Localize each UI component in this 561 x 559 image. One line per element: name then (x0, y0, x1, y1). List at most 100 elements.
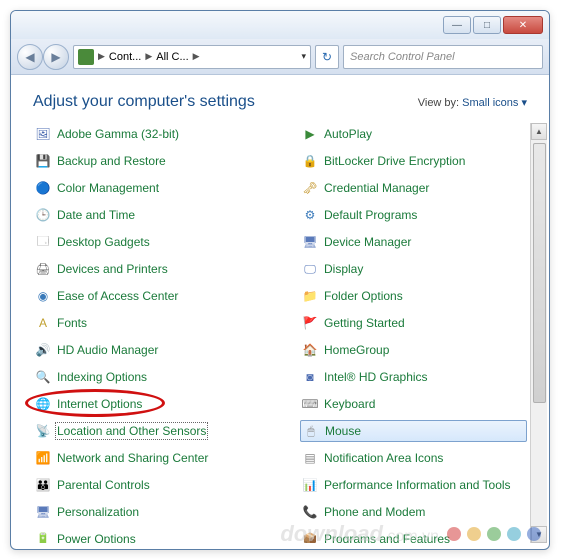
watermark-dot (507, 527, 521, 541)
cp-item-indexing-options[interactable]: 🔍 Indexing Options (33, 366, 260, 388)
cp-item-getting-started[interactable]: 🚩 Getting Started (300, 312, 527, 334)
cp-item-label[interactable]: Desktop Gadgets (57, 235, 150, 249)
cp-item-label[interactable]: Devices and Printers (57, 262, 168, 276)
adobe-gamma-32-bit-icon: 🖼 (35, 126, 51, 142)
scroll-thumb[interactable] (533, 143, 546, 403)
cp-item-devices-and-printers[interactable]: 🖨 Devices and Printers (33, 258, 260, 280)
cp-item-internet-options[interactable]: 🌐Internet Options (33, 393, 260, 415)
cp-item-homegroup[interactable]: 🏠HomeGroup (300, 339, 527, 361)
ease-of-access-center-icon: ◉ (35, 288, 51, 304)
cp-item-device-manager[interactable]: 🖥Device Manager (300, 231, 527, 253)
cp-item-bitlocker-drive-encryption[interactable]: 🔒BitLocker Drive Encryption (300, 150, 527, 172)
watermark-dot (447, 527, 461, 541)
mouse-icon: 🖱 (303, 423, 319, 439)
hd-audio-manager-icon: 🔊 (35, 342, 51, 358)
personalization-icon: 🖥 (35, 504, 51, 520)
scroll-up-button[interactable]: ▲ (531, 123, 547, 140)
minimize-button[interactable]: — (443, 16, 471, 34)
breadcrumb-item[interactable]: All C... (156, 51, 188, 63)
cp-item-date-and-time[interactable]: 🕒Date and Time (33, 204, 260, 226)
scrollbar[interactable]: ▲ ▼ (530, 123, 547, 543)
cp-item-hd-audio-manager[interactable]: 🔊 HD Audio Manager (33, 339, 260, 361)
fonts-icon: A (35, 315, 51, 331)
breadcrumb-dropdown[interactable]: ▾ (301, 51, 306, 62)
close-button[interactable]: ✕ (503, 16, 543, 34)
cp-item-personalization[interactable]: 🖥 Personalization (33, 501, 260, 523)
devices-and-printers-icon: 🖨 (35, 261, 51, 277)
cp-item-label[interactable]: Device Manager (324, 235, 411, 249)
content-area: 🖼 Adobe Gamma (32-bit) 💾 Backup and Restore… (11, 123, 549, 543)
chevron-right-icon: ▶ (143, 51, 154, 62)
cp-item-label[interactable]: Credential Manager (324, 181, 429, 195)
network-and-sharing-center-icon: 📶 (35, 450, 51, 466)
search-input[interactable]: Search Control Panel (343, 45, 543, 69)
cp-item-backup-and-restore[interactable]: 💾 Backup and Restore (33, 150, 260, 172)
cp-item-label[interactable]: Display (324, 262, 363, 276)
cp-item-label[interactable]: HomeGroup (324, 343, 389, 357)
cp-item-label[interactable]: Location and Other Sensors (57, 424, 206, 438)
cp-item-label[interactable]: Indexing Options (57, 370, 147, 384)
cp-item-notification-area-icons[interactable]: ▤Notification Area Icons (300, 447, 527, 469)
cp-item-desktop-gadgets[interactable]: 🗔Desktop Gadgets (33, 231, 260, 253)
cp-item-label[interactable]: Color Management (57, 181, 159, 195)
color-management-icon: 🔵 (35, 180, 51, 196)
cp-item-network-and-sharing-center[interactable]: 📶 Network and Sharing Center (33, 447, 260, 469)
cp-item-display[interactable]: 🖵Display (300, 258, 527, 280)
refresh-button[interactable]: ↻ (315, 45, 339, 69)
keyboard-icon: ⌨ (302, 396, 318, 412)
backup-and-restore-icon: 💾 (35, 153, 51, 169)
cp-item-label[interactable]: Mouse (325, 424, 361, 438)
breadcrumb[interactable]: ▶ Cont... ▶ All C... ▶ ▾ (73, 45, 311, 69)
cp-item-location-and-other-sensors[interactable]: 📡 Location and Other Sensors (33, 420, 260, 442)
cp-item-label[interactable]: Phone and Modem (324, 505, 425, 519)
cp-item-performance-information-and-tools[interactable]: 📊 Performance Information and Tools (300, 474, 527, 496)
cp-item-label[interactable]: HD Audio Manager (57, 343, 158, 357)
cp-item-mouse[interactable]: 🖱 Mouse (300, 420, 527, 442)
cp-item-intel-hd-graphics[interactable]: ◙Intel® HD Graphics (300, 366, 527, 388)
maximize-button[interactable]: □ (473, 16, 501, 34)
cp-item-phone-and-modem[interactable]: 📞 Phone and Modem (300, 501, 527, 523)
cp-item-parental-controls[interactable]: 👪Parental Controls (33, 474, 260, 496)
cp-item-label[interactable]: Fonts (57, 316, 87, 330)
indexing-options-icon: 🔍 (35, 369, 51, 385)
cp-item-label[interactable]: Getting Started (324, 316, 405, 330)
location-and-other-sensors-icon: 📡 (35, 423, 51, 439)
watermark-text: download (280, 521, 383, 546)
cp-item-folder-options[interactable]: 📁Folder Options (300, 285, 527, 307)
performance-information-and-tools-icon: 📊 (302, 477, 318, 493)
cp-item-default-programs[interactable]: ⚙Default Programs (300, 204, 527, 226)
phone-and-modem-icon: 📞 (302, 504, 318, 520)
cp-item-label[interactable]: Personalization (57, 505, 139, 519)
cp-item-label[interactable]: AutoPlay (324, 127, 372, 141)
cp-item-keyboard[interactable]: ⌨ Keyboard (300, 393, 527, 415)
cp-item-label[interactable]: Network and Sharing Center (57, 451, 208, 465)
autoplay-icon: ▶ (302, 126, 318, 142)
cp-item-label[interactable]: Date and Time (57, 208, 135, 222)
cp-item-label[interactable]: Folder Options (324, 289, 403, 303)
cp-item-label[interactable]: Adobe Gamma (32-bit) (57, 127, 179, 141)
getting-started-icon: 🚩 (302, 315, 318, 331)
cp-item-ease-of-access-center[interactable]: ◉ Ease of Access Center (33, 285, 260, 307)
nav-forward-button[interactable]: ▶ (43, 44, 69, 70)
cp-item-autoplay[interactable]: ▶ AutoPlay (300, 123, 527, 145)
cp-item-fonts[interactable]: A Fonts (33, 312, 260, 334)
cp-item-label[interactable]: Notification Area Icons (324, 451, 443, 465)
cp-item-label[interactable]: Keyboard (324, 397, 375, 411)
viewby-dropdown[interactable]: Small icons ▾ (462, 97, 527, 109)
cp-item-adobe-gamma-32-bit[interactable]: 🖼 Adobe Gamma (32-bit) (33, 123, 260, 145)
items-column-left: 🖼 Adobe Gamma (32-bit) 💾 Backup and Restore… (33, 123, 260, 543)
cp-item-color-management[interactable]: 🔵 Color Management (33, 177, 260, 199)
nav-back-button[interactable]: ◀ (17, 44, 43, 70)
cp-item-power-options[interactable]: 🔋Power Options (33, 528, 260, 543)
cp-item-label[interactable]: Internet Options (57, 397, 142, 411)
cp-item-credential-manager[interactable]: 🗝Credential Manager (300, 177, 527, 199)
cp-item-label[interactable]: Performance Information and Tools (324, 478, 511, 492)
cp-item-label[interactable]: Intel® HD Graphics (324, 370, 428, 384)
cp-item-label[interactable]: Default Programs (324, 208, 417, 222)
cp-item-label[interactable]: Parental Controls (57, 478, 150, 492)
cp-item-label[interactable]: Backup and Restore (57, 154, 166, 168)
cp-item-label[interactable]: BitLocker Drive Encryption (324, 154, 465, 168)
breadcrumb-item[interactable]: Cont... (109, 51, 141, 63)
cp-item-label[interactable]: Power Options (57, 532, 136, 543)
cp-item-label[interactable]: Ease of Access Center (57, 289, 178, 303)
